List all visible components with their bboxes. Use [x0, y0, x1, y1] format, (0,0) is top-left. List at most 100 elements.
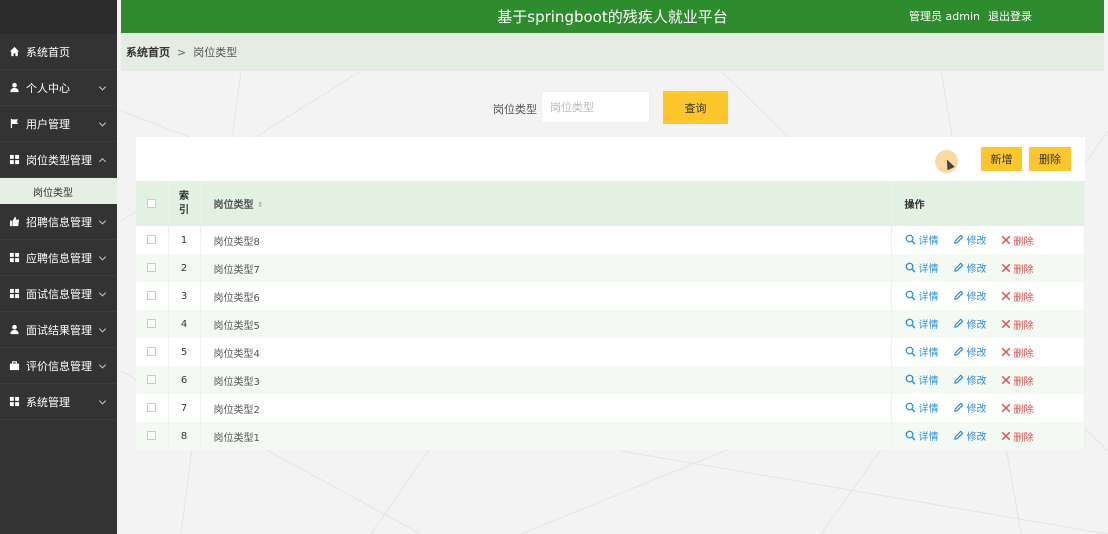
edit-label: 修改: [966, 264, 987, 275]
grid-icon: [8, 396, 20, 408]
row-job-type: 岗位类型6: [200, 282, 892, 310]
delete-button[interactable]: 删除: [1001, 233, 1034, 248]
search-icon: [905, 318, 916, 329]
close-icon: [1001, 375, 1010, 385]
thumbs-up-icon: [8, 216, 20, 228]
table-row: 1 岗位类型8 详情 修改 删除: [136, 226, 1085, 254]
edit-button[interactable]: 修改: [953, 400, 987, 415]
row-checkbox[interactable]: [147, 235, 157, 244]
grid-icon: [8, 288, 20, 300]
row-index: 7: [168, 394, 201, 422]
pencil-icon: [953, 318, 963, 328]
logout-link[interactable]: 退出登录: [988, 8, 1032, 24]
detail-label: 详情: [918, 432, 939, 443]
pencil-icon: [953, 346, 963, 356]
sidebar-item-0[interactable]: 系统首页: [0, 34, 117, 70]
sidebar-item-6[interactable]: 面试信息管理: [0, 276, 117, 312]
pencil-icon: [953, 262, 963, 272]
edit-button[interactable]: 修改: [953, 232, 987, 247]
index-header: 索引: [168, 181, 201, 226]
detail-button[interactable]: 详情: [905, 344, 939, 359]
delete-button[interactable]: 删除: [1001, 317, 1034, 332]
delete-button[interactable]: 删除: [1001, 429, 1034, 444]
sort-icon[interactable]: ⇕: [258, 201, 264, 209]
row-job-type: 岗位类型3: [200, 366, 892, 394]
row-checkbox[interactable]: [147, 347, 157, 356]
sidebar-item-2[interactable]: 用户管理: [0, 106, 117, 142]
edit-button[interactable]: 修改: [953, 428, 987, 443]
table-row: 2 岗位类型7 详情 修改 删除: [136, 254, 1085, 282]
row-job-type: 岗位类型1: [200, 422, 892, 450]
search-label: 岗位类型: [493, 103, 537, 116]
edit-button[interactable]: 修改: [953, 316, 987, 331]
job-type-header[interactable]: 岗位类型 ⇕: [200, 181, 892, 226]
edit-button[interactable]: 修改: [953, 372, 987, 387]
delete-button[interactable]: 删除: [1001, 373, 1034, 388]
row-checkbox[interactable]: [147, 291, 157, 300]
row-index: 4: [168, 310, 201, 338]
sidebar-item-3[interactable]: 岗位类型管理: [0, 142, 117, 178]
sidebar-subitem-job-type[interactable]: 岗位类型: [0, 178, 117, 204]
detail-label: 详情: [918, 404, 939, 415]
user-icon: [8, 324, 20, 336]
row-checkbox[interactable]: [147, 263, 157, 272]
search-icon: [905, 430, 916, 441]
detail-button[interactable]: 详情: [905, 428, 939, 443]
close-icon: [1001, 347, 1010, 357]
delete-button[interactable]: 删除: [1001, 261, 1034, 276]
sidebar-item-5[interactable]: 应聘信息管理: [0, 240, 117, 276]
row-index: 1: [168, 226, 201, 254]
row-index: 8: [168, 422, 201, 450]
delete-button[interactable]: 删除: [1001, 345, 1034, 360]
sidebar-item-1[interactable]: 个人中心: [0, 70, 117, 106]
detail-button[interactable]: 详情: [905, 260, 939, 275]
sidebar-item-label: 个人中心: [26, 81, 70, 95]
delete-button[interactable]: 删除: [1001, 289, 1034, 304]
row-job-type: 岗位类型4: [200, 338, 892, 366]
sidebar-item-9[interactable]: 系统管理: [0, 384, 117, 420]
detail-button[interactable]: 详情: [905, 288, 939, 303]
detail-label: 详情: [918, 236, 939, 247]
detail-button[interactable]: 详情: [905, 372, 939, 387]
chevron-down-icon: [98, 82, 107, 91]
search-input[interactable]: [541, 91, 650, 123]
sidebar-item-8[interactable]: 评价信息管理: [0, 348, 117, 384]
table-header-row: 索引 岗位类型 ⇕ 操作: [136, 181, 1085, 226]
sidebar-item-7[interactable]: 面试结果管理: [0, 312, 117, 348]
detail-button[interactable]: 详情: [905, 316, 939, 331]
add-button[interactable]: 新增: [981, 147, 1022, 171]
delete-button[interactable]: 删除: [1001, 401, 1034, 416]
edit-label: 修改: [966, 376, 987, 387]
edit-label: 修改: [966, 348, 987, 359]
batch-delete-button[interactable]: 删除: [1029, 147, 1071, 171]
delete-label: 删除: [1013, 320, 1034, 332]
row-checkbox[interactable]: [147, 431, 157, 440]
table-row: 7 岗位类型2 详情 修改 删除: [136, 394, 1085, 422]
admin-user-label[interactable]: 管理员 admin: [909, 8, 980, 24]
row-checkbox[interactable]: [147, 403, 157, 412]
close-icon: [1001, 263, 1010, 273]
row-checkbox[interactable]: [147, 375, 157, 384]
edit-button[interactable]: 修改: [953, 288, 987, 303]
row-job-type: 岗位类型7: [200, 254, 892, 282]
breadcrumb-current: 岗位类型: [193, 46, 238, 59]
row-checkbox[interactable]: [147, 319, 157, 328]
breadcrumb-separator: >: [177, 45, 187, 59]
user-icon: [8, 82, 20, 94]
sidebar-item-label: 用户管理: [26, 117, 70, 131]
delete-label: 删除: [1013, 236, 1034, 248]
edit-button[interactable]: 修改: [953, 344, 987, 359]
detail-button[interactable]: 详情: [905, 232, 939, 247]
delete-label: 删除: [1013, 432, 1034, 444]
edit-label: 修改: [966, 432, 987, 443]
chevron-down-icon: [98, 396, 107, 405]
detail-button[interactable]: 详情: [905, 400, 939, 415]
sidebar-item-4[interactable]: 招聘信息管理: [0, 204, 117, 240]
breadcrumb-home[interactable]: 系统首页: [126, 44, 170, 60]
edit-button[interactable]: 修改: [953, 260, 987, 275]
row-checkbox-cell: [136, 282, 169, 310]
sidebar-item-label: 系统首页: [26, 45, 70, 59]
close-icon: [1001, 235, 1010, 245]
select-all-checkbox[interactable]: [147, 198, 157, 208]
search-button[interactable]: 查询: [663, 91, 728, 124]
